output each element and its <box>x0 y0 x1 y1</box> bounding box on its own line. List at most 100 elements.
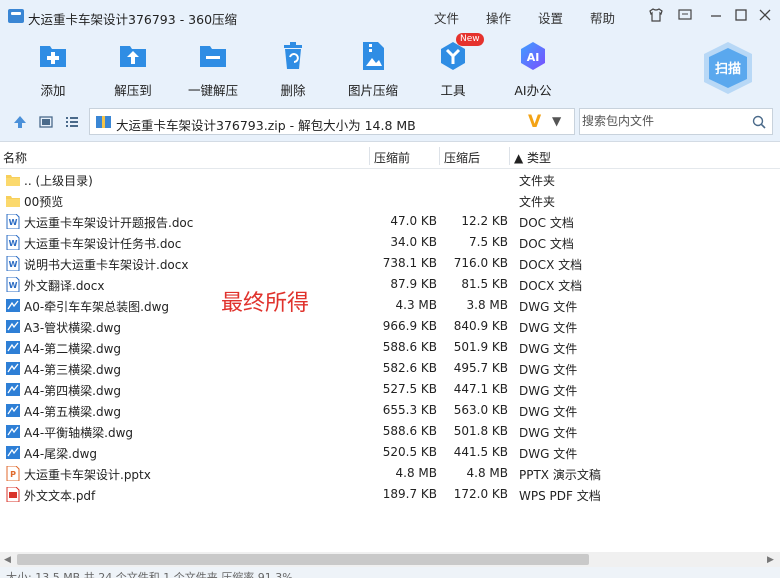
svg-text:W: W <box>9 239 18 248</box>
file-row[interactable]: W 大运重卡车架设计开题报告.doc 47.0 KB 12.2 KB DOC 文档 <box>0 211 780 232</box>
file-row[interactable]: P 大运重卡车架设计.pptx 4.8 MB 4.8 MB PPTX 演示文稿 <box>0 463 780 484</box>
status-text: 大小: 13.5 MB 共 24 个文件和 1 个文件夹 压缩率 91.3% <box>6 571 293 578</box>
feedback-icon[interactable] <box>676 7 694 25</box>
file-row[interactable]: 00预览 文件夹 <box>0 190 780 211</box>
list-header: 名称 压缩前 压缩后 ▲ 类型 <box>0 143 780 169</box>
scrollbar-thumb[interactable] <box>17 554 589 565</box>
tools-button[interactable]: 工具 <box>418 40 488 100</box>
dwg-file-icon <box>6 404 20 417</box>
file-type: DOCX 文档 <box>519 258 583 272</box>
add-icon <box>40 46 66 67</box>
thumbnail-view-icon[interactable] <box>39 115 53 129</box>
file-size-after: 716.0 KB <box>453 256 508 270</box>
address-text: 大运重卡车架设计376793.zip - 解包大小为 14.8 MB <box>116 118 416 133</box>
skin-icon[interactable] <box>647 7 665 25</box>
file-row[interactable]: W 说明书大运重卡车架设计.docx 738.1 KB 716.0 KB DOCX 文档 <box>0 253 780 274</box>
file-type: DWG 文件 <box>519 405 578 419</box>
file-size-after: 12.2 KB <box>461 214 508 228</box>
search-input[interactable] <box>582 114 742 128</box>
column-name-header[interactable]: 名称 <box>3 149 27 166</box>
close-icon[interactable] <box>756 7 774 25</box>
file-row[interactable]: A4-尾梁.dwg 520.5 KB 441.5 KB DWG 文件 <box>0 442 780 463</box>
file-size-before: 588.6 KB <box>382 340 437 354</box>
status-bar: 大小: 13.5 MB 共 24 个文件和 1 个文件夹 压缩率 91.3% <box>0 567 780 578</box>
menu-help[interactable]: 帮助 <box>590 8 615 27</box>
file-row[interactable]: A4-平衡轴横梁.dwg 588.6 KB 501.8 KB DWG 文件 <box>0 421 780 442</box>
zip-file-icon <box>96 116 111 128</box>
up-arrow-icon[interactable] <box>13 115 27 129</box>
menu-file[interactable]: 文件 <box>434 8 459 27</box>
file-type: PPTX 演示文稿 <box>519 468 601 482</box>
file-name: 大运重卡车架设计开题报告.doc <box>24 216 194 230</box>
extract-to-button[interactable]: 解压到 <box>98 40 168 100</box>
app-logo-icon <box>8 9 24 23</box>
horizontal-scrollbar[interactable]: ◀ ▶ <box>0 552 780 567</box>
file-size-before: 527.5 KB <box>382 382 437 396</box>
file-name: A4-平衡轴横梁.dwg <box>24 426 134 440</box>
image-compress-label: 图片压缩 <box>347 83 398 98</box>
title-bar: 大运重卡车架设计376793 - 360压缩 文件 操作 设置 帮助 <box>0 0 780 32</box>
file-size-before: 4.8 MB <box>395 466 437 480</box>
file-type: 文件夹 <box>519 174 556 188</box>
v-logo-icon[interactable]: V <box>528 112 541 132</box>
ai-office-button[interactable]: AI AI办公 <box>498 40 568 100</box>
chevron-down-icon[interactable]: ▼ <box>552 114 561 128</box>
file-type: DWG 文件 <box>519 384 578 398</box>
dwg-file-icon <box>6 383 20 396</box>
file-size-after: 441.5 KB <box>453 445 508 459</box>
extract-to-icon <box>120 46 146 67</box>
search-icon[interactable] <box>752 115 766 129</box>
menu-settings[interactable]: 设置 <box>538 8 563 27</box>
file-size-before: 4.3 MB <box>395 298 437 312</box>
image-compress-button[interactable]: 图片压缩 <box>338 40 408 100</box>
list-view-icon[interactable] <box>65 115 79 129</box>
dwg-file-icon <box>6 320 20 333</box>
file-row[interactable]: A0-牵引车车架总装图.dwg 4.3 MB 3.8 MB DWG 文件 <box>0 295 780 316</box>
minimize-icon[interactable] <box>707 7 725 25</box>
one-click-extract-label: 一键解压 <box>187 83 238 98</box>
svg-text:P: P <box>10 470 16 479</box>
dwg-file-icon <box>6 362 20 375</box>
file-row[interactable]: A4-第五横梁.dwg 655.3 KB 563.0 KB DWG 文件 <box>0 400 780 421</box>
search-box[interactable] <box>579 108 773 135</box>
column-separator[interactable] <box>439 147 440 165</box>
file-row[interactable]: W 大运重卡车架设计任务书.doc 34.0 KB 7.5 KB DOC 文档 <box>0 232 780 253</box>
file-size-before: 189.7 KB <box>382 487 437 501</box>
column-after-header[interactable]: 压缩后 <box>444 149 480 166</box>
dwg-file-icon <box>6 425 20 438</box>
file-name: A4-第三横梁.dwg <box>24 363 122 377</box>
column-type-header[interactable]: ▲ 类型 <box>514 149 551 166</box>
menu-operation[interactable]: 操作 <box>486 8 511 27</box>
file-row[interactable]: .. (上级目录) 文件夹 <box>0 169 780 190</box>
one-click-extract-button[interactable]: 一键解压 <box>178 40 248 100</box>
file-type: DOC 文档 <box>519 237 574 251</box>
scroll-left-icon[interactable]: ◀ <box>4 555 11 565</box>
address-bar[interactable]: 大运重卡车架设计376793.zip - 解包大小为 14.8 MB V ▼ <box>89 108 575 135</box>
file-name: 大运重卡车架设计.pptx <box>24 468 151 482</box>
file-row[interactable]: W 外文翻译.docx 87.9 KB 81.5 KB DOCX 文档 <box>0 274 780 295</box>
delete-button[interactable]: 删除 <box>258 40 328 100</box>
svg-text:W: W <box>9 260 18 269</box>
delete-label: 删除 <box>280 83 306 98</box>
tools-label: 工具 <box>440 83 466 98</box>
file-row[interactable]: A3-管状横梁.dwg 966.9 KB 840.9 KB DWG 文件 <box>0 316 780 337</box>
column-separator[interactable] <box>509 147 510 165</box>
scan-button[interactable]: 扫描 <box>700 40 756 96</box>
dwg-file-icon <box>6 341 20 354</box>
scroll-right-icon[interactable]: ▶ <box>767 555 774 565</box>
file-type: DWG 文件 <box>519 342 578 356</box>
file-size-after: 3.8 MB <box>466 298 508 312</box>
file-type: DOC 文档 <box>519 216 574 230</box>
column-separator[interactable] <box>369 147 370 165</box>
file-name: 外文文本.pdf <box>24 489 96 503</box>
file-name: A4-第四横梁.dwg <box>24 384 122 398</box>
file-row[interactable]: A4-第二横梁.dwg 588.6 KB 501.9 KB DWG 文件 <box>0 337 780 358</box>
file-row[interactable]: A4-第四横梁.dwg 527.5 KB 447.1 KB DWG 文件 <box>0 379 780 400</box>
file-row[interactable]: 外文文本.pdf 189.7 KB 172.0 KB WPS PDF 文档 <box>0 484 780 505</box>
file-name: A4-第五横梁.dwg <box>24 405 122 419</box>
svg-text:W: W <box>9 281 18 290</box>
column-before-header[interactable]: 压缩前 <box>374 149 410 166</box>
add-button[interactable]: 添加 <box>18 40 88 100</box>
maximize-icon[interactable] <box>732 7 750 25</box>
file-row[interactable]: A4-第三横梁.dwg 582.6 KB 495.7 KB DWG 文件 <box>0 358 780 379</box>
